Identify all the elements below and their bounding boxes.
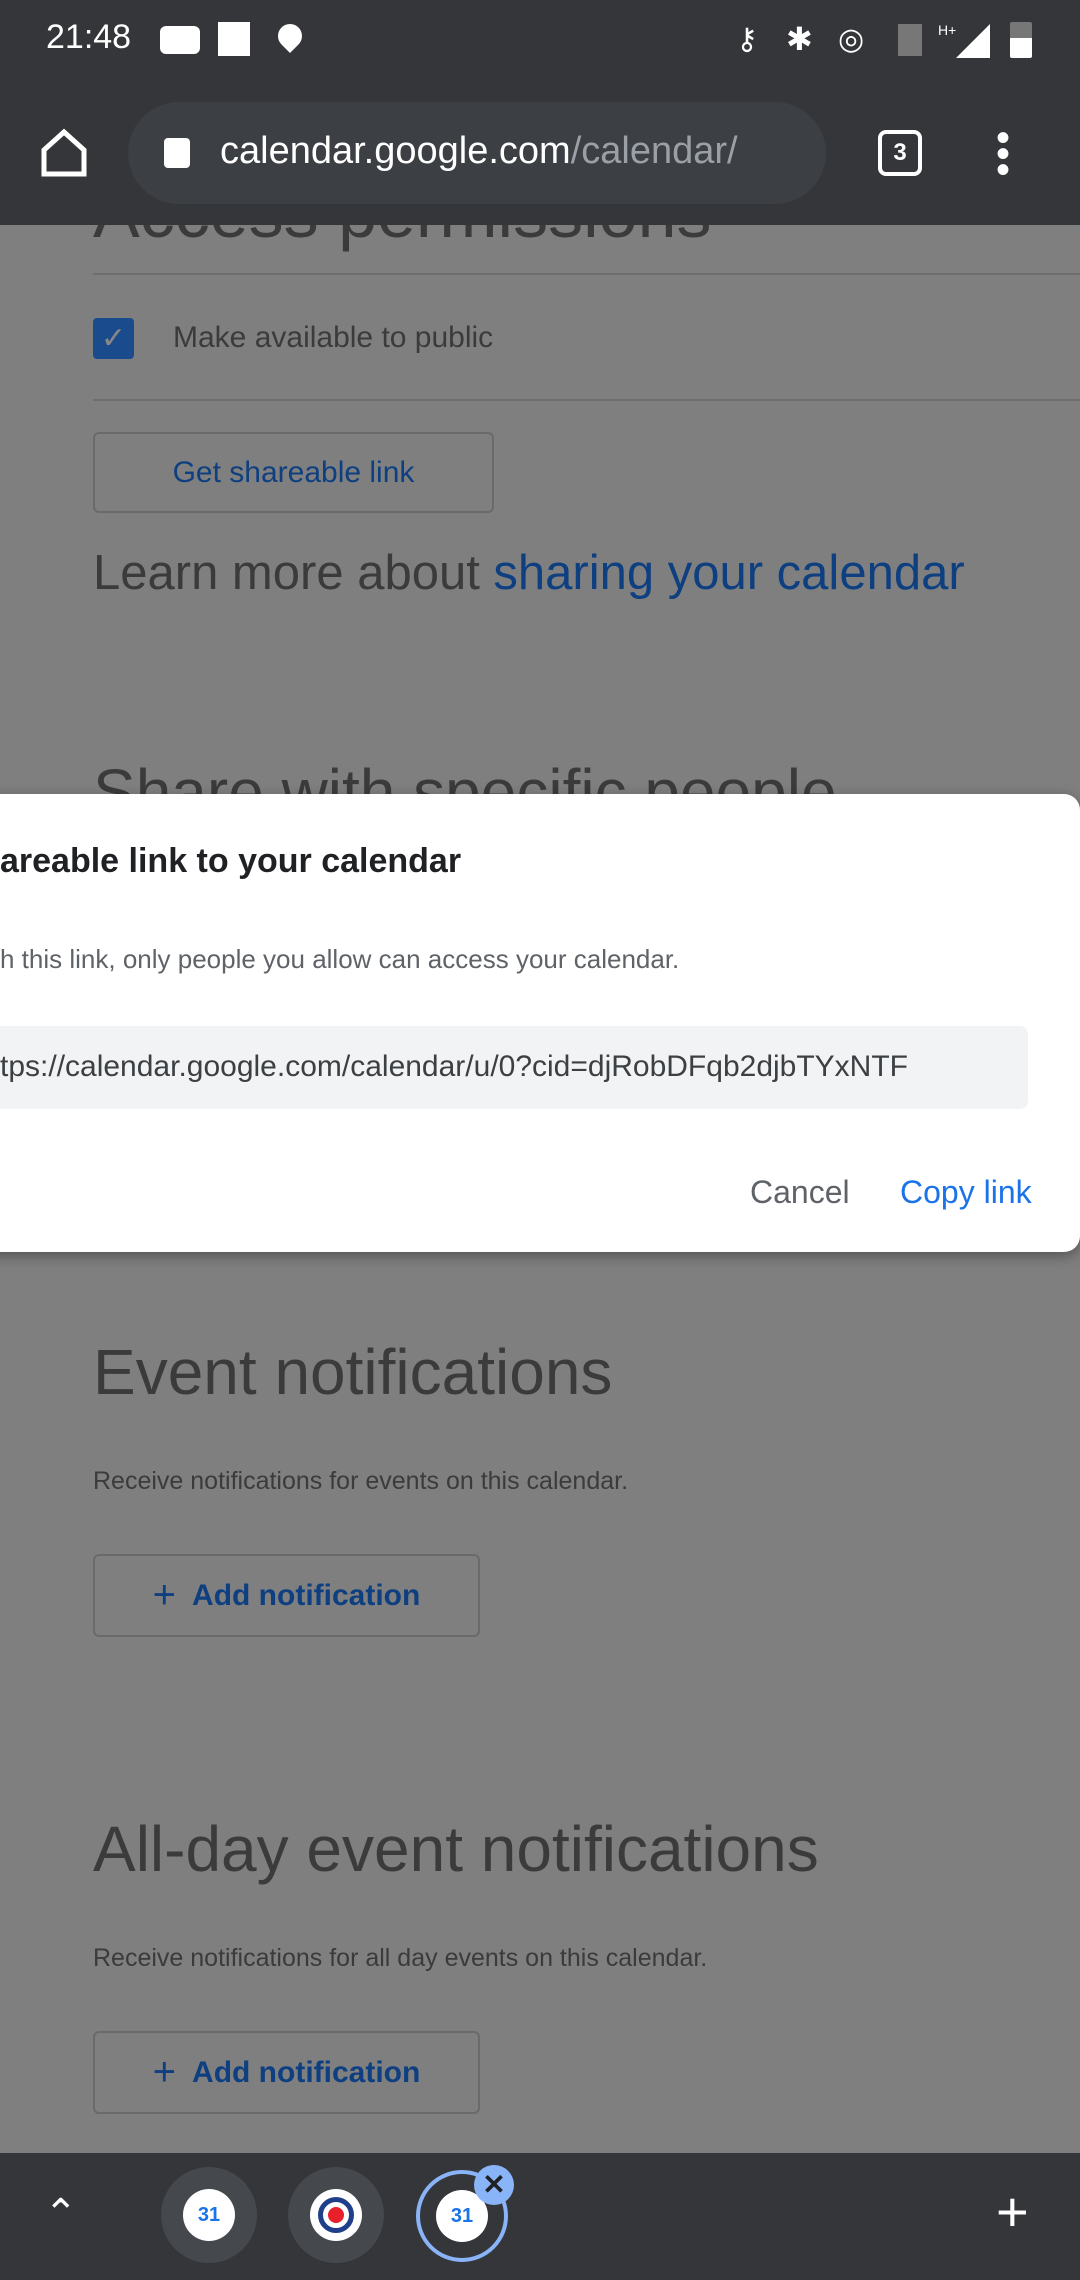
public-checkbox-label: Make available to public (173, 321, 494, 354)
link-value[interactable]: tps://calendar.google.com/calendar/u/0?c… (0, 1050, 1006, 1084)
divider (93, 273, 1080, 275)
url-text[interactable]: calendar.google.com/calendar/ (220, 130, 738, 173)
more-menu-icon[interactable]: • • • (996, 118, 1010, 190)
event-notifications-heading: Event notifications (93, 1336, 613, 1408)
dialog-description: h this link, only people you allow can a… (0, 944, 680, 974)
public-checkbox[interactable]: ✓ (93, 318, 134, 359)
tab-strip: ⌃ 31 31 ✕ + (0, 2153, 1080, 2280)
close-tab-icon[interactable]: ✕ (474, 2165, 514, 2205)
lock-icon (164, 138, 190, 168)
clock: 21:48 (46, 18, 132, 56)
signal-icon (956, 24, 990, 58)
tab-record[interactable] (288, 2167, 384, 2263)
youtube-icon (160, 26, 200, 54)
new-tab-plus-icon[interactable]: + (996, 2179, 1029, 2244)
get-shareable-link-button[interactable]: Get shareable link (93, 432, 494, 513)
record-icon (310, 2189, 362, 2241)
event-notifications-desc: Receive notifications for events on this… (93, 1467, 629, 1495)
add-allday-notification-button[interactable]: + Add notification (93, 2031, 480, 2114)
link-field[interactable]: tps://calendar.google.com/calendar/u/0?c… (0, 1026, 1028, 1109)
bluetooth-icon: ✱ (786, 21, 813, 57)
copy-link-button[interactable]: Copy link (900, 1174, 1032, 1211)
plus-icon: + (152, 1573, 177, 1617)
status-bar: 21:48 ⚷ ✱ ◎ H+ (0, 0, 1080, 80)
location-icon (273, 19, 307, 53)
plus-icon: + (152, 2050, 177, 2094)
battery-icon (1010, 22, 1032, 58)
divider (93, 399, 1080, 401)
tab-switcher-button[interactable]: 3 (878, 130, 922, 176)
dialog-title: areable link to your calendar (0, 842, 462, 880)
network-type: H+ (938, 22, 957, 38)
square-notification-icon (218, 22, 250, 56)
no-sim-icon (898, 24, 922, 56)
shareable-link-dialog: areable link to your calendar h this lin… (0, 794, 1080, 1252)
home-icon[interactable] (40, 128, 88, 178)
allday-notifications-heading: All-day event notifications (93, 1813, 819, 1885)
add-event-notification-button[interactable]: + Add notification (93, 1554, 480, 1637)
sharing-link[interactable]: sharing your calendar (493, 546, 964, 600)
access-heading: Access permissions (93, 225, 712, 253)
allday-notifications-desc: Receive notifications for all day events… (93, 1944, 708, 1972)
vpn-key-icon: ⚷ (736, 23, 758, 56)
chevron-up-icon[interactable]: ⌃ (44, 2191, 78, 2237)
learn-more-text: Learn more about sharing your calendar (93, 546, 965, 600)
tab-calendar-app[interactable]: 31 (161, 2167, 257, 2263)
cancel-button[interactable]: Cancel (750, 1174, 850, 1211)
calendar-app-icon: 31 (183, 2189, 235, 2241)
hotspot-icon: ◎ (838, 23, 865, 56)
